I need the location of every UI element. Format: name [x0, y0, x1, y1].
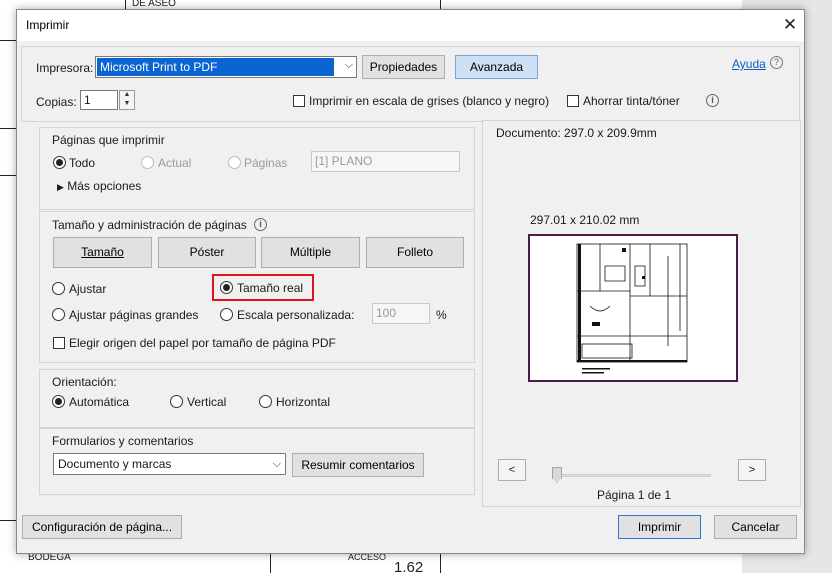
custom-scale-input[interactable]: 100 — [372, 303, 430, 324]
pages-current-label: Actual — [158, 156, 192, 170]
print-button[interactable]: Imprimir — [618, 515, 701, 539]
orientation-landscape-label: Horizontal — [276, 395, 331, 409]
orientation-title: Orientación: — [52, 375, 117, 389]
prev-page-button[interactable]: < — [498, 459, 526, 481]
page-setup-label: Configuración de página... — [31, 520, 173, 534]
fit-radio[interactable] — [52, 282, 65, 295]
cancel-button[interactable]: Cancelar — [714, 515, 797, 539]
advanced-button[interactable]: Avanzada — [455, 55, 538, 79]
print-dialog: Imprimir ✕ Impresora: Microsoft Print to… — [16, 9, 805, 554]
custom-scale-radio[interactable] — [220, 308, 233, 321]
printer-select-value: Microsoft Print to PDF — [97, 58, 334, 76]
tab-booklet-label: Folleto — [396, 245, 434, 259]
pages-section-title: Páginas que imprimir — [52, 133, 165, 147]
orientation-landscape-radio[interactable] — [259, 395, 272, 408]
percent-sign: % — [436, 308, 447, 322]
pages-all-radio[interactable] — [53, 156, 66, 169]
info-icon[interactable]: i — [706, 94, 719, 107]
shrink-radio[interactable] — [52, 308, 65, 321]
grayscale-label: Imprimir en escala de grises (blanco y n… — [309, 94, 550, 108]
pages-range-input[interactable]: [1] PLANO — [311, 151, 460, 172]
paper-source-checkbox[interactable] — [53, 337, 65, 349]
dialog-title: Imprimir — [26, 18, 70, 32]
close-icon[interactable]: ✕ — [779, 14, 801, 36]
print-button-label: Imprimir — [637, 520, 682, 534]
forms-select-value: Documento y marcas — [58, 457, 172, 471]
tab-multiple-label: Múltiple — [289, 245, 332, 259]
page-slider-track[interactable] — [554, 474, 711, 477]
copies-input[interactable]: 1 — [80, 90, 118, 110]
tab-poster[interactable]: Póster — [158, 237, 256, 268]
custom-scale-label: Escala personalizada: — [237, 308, 355, 322]
triangle-right-icon: ▶ — [57, 182, 64, 192]
background-number: 1.62 — [394, 559, 424, 576]
shrink-label: Ajustar páginas grandes — [69, 308, 199, 322]
properties-button-label: Propiedades — [369, 60, 438, 74]
copies-label: Copias: — [36, 95, 77, 109]
document-size: Documento: 297.0 x 209.9mm — [496, 126, 657, 140]
sizing-info-icon[interactable]: i — [254, 218, 267, 231]
forms-title: Formularios y comentarios — [52, 434, 194, 448]
cancel-button-label: Cancelar — [731, 520, 780, 534]
summarize-comments-label: Resumir comentarios — [301, 458, 415, 472]
grayscale-checkbox[interactable] — [293, 95, 305, 107]
properties-button[interactable]: Propiedades — [362, 55, 445, 79]
paper-source-label: Elegir origen del papel por tamaño de pá… — [69, 336, 336, 350]
tab-size-label: Tamaño — [81, 245, 124, 259]
help-link[interactable]: Ayuda — [732, 57, 766, 71]
save-ink-label: Ahorrar tinta/tóner — [583, 94, 680, 108]
tab-size[interactable]: Tamaño — [53, 237, 152, 268]
stepper-up-icon[interactable]: ▲ — [120, 91, 134, 98]
pages-range-label: Páginas — [244, 156, 288, 170]
page-indicator: Página 1 de 1 — [597, 488, 672, 502]
tab-poster-label: Póster — [189, 245, 225, 259]
chevron-down-icon: ⌵ — [344, 59, 353, 71]
next-page-button[interactable]: > — [738, 459, 766, 481]
pages-current-radio[interactable] — [141, 156, 154, 169]
orientation-auto-radio[interactable] — [52, 395, 65, 408]
orientation-portrait-label: Vertical — [187, 395, 227, 409]
page-setup-button[interactable]: Configuración de página... — [22, 515, 182, 539]
more-options-label: Más opciones — [67, 179, 142, 193]
page-size: 297.01 x 210.02 mm — [530, 213, 640, 227]
background-text-top: DE ASEO — [132, 0, 176, 9]
tab-multiple[interactable]: Múltiple — [261, 237, 360, 268]
forms-select[interactable]: Documento y marcas ⌵ — [53, 453, 286, 475]
orientation-auto-label: Automática — [69, 395, 130, 409]
tab-booklet[interactable]: Folleto — [366, 237, 464, 268]
more-options-toggle[interactable]: ▶ Más opciones — [57, 179, 141, 193]
floor-plan-thumbnail — [576, 243, 688, 374]
sizing-section-title: Tamaño y administración de páginas — [52, 218, 247, 232]
save-ink-checkbox[interactable] — [567, 95, 579, 107]
fit-label: Ajustar — [69, 282, 107, 296]
pages-all-label: Todo — [69, 156, 96, 170]
actual-size-radio[interactable] — [220, 281, 233, 294]
help-icon[interactable]: ? — [770, 56, 783, 69]
printer-select[interactable]: Microsoft Print to PDF ⌵ — [95, 56, 357, 78]
summarize-comments-button[interactable]: Resumir comentarios — [292, 453, 424, 477]
title-bar: Imprimir ✕ — [17, 10, 804, 41]
copies-stepper[interactable]: ▲ ▼ — [119, 90, 135, 110]
chevron-down-icon: ⌵ — [272, 458, 281, 470]
preview-page — [528, 234, 738, 382]
advanced-button-label: Avanzada — [469, 60, 524, 74]
stepper-down-icon[interactable]: ▼ — [120, 100, 134, 107]
printer-label: Impresora: — [36, 61, 94, 75]
pages-range-radio[interactable] — [228, 156, 241, 169]
orientation-portrait-radio[interactable] — [170, 395, 183, 408]
actual-size-label: Tamaño real — [237, 281, 304, 295]
